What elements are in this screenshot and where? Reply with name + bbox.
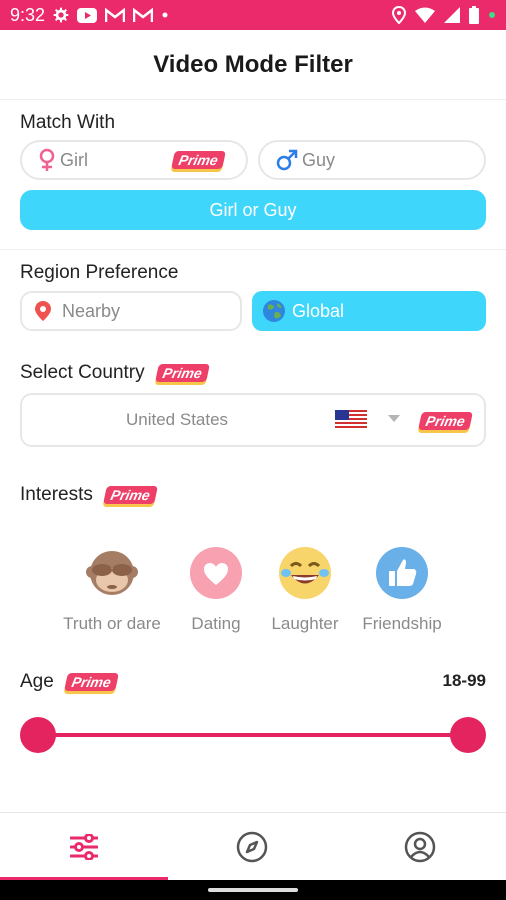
country-name: United States [126,410,229,429]
select-country-label: Select Country [20,362,145,383]
age-row: Age Prime [20,671,119,693]
status-bar: 9:32 [0,0,506,30]
monkey-icon [85,546,139,600]
guy-option[interactable]: Guy [258,140,486,180]
profile-icon [404,831,436,863]
chevron-down-icon[interactable] [388,415,400,423]
thumbs-up-icon [375,546,429,600]
prime-badge: Prime [171,151,226,169]
nav-profile[interactable] [336,813,504,881]
age-slider-max-thumb[interactable] [450,717,486,753]
interest-laughter[interactable]: Laughter [250,546,360,634]
laughing-face-icon [278,546,332,600]
interest-label: Laughter [271,614,339,633]
gmail-icon [133,7,154,23]
prime-badge: Prime [154,364,210,382]
age-slider-min-thumb[interactable] [20,717,56,753]
location-pin-icon [34,300,52,322]
region-preference-label: Region Preference [20,262,179,283]
global-option[interactable]: Global [252,291,486,331]
prime-badge: Prime [418,412,473,430]
page-title: Video Mode Filter [153,50,353,78]
home-gesture-handle[interactable] [208,888,298,892]
interest-truth-or-dare[interactable]: Truth or dare [57,546,167,634]
nearby-option[interactable]: Nearby [20,291,242,331]
nav-explore[interactable] [168,813,336,881]
location-icon [392,6,406,24]
country-selector[interactable]: United States Prime [20,393,486,447]
dot-icon [161,11,169,19]
nav-filter[interactable] [0,813,168,881]
girl-option[interactable]: Girl Prime [20,140,248,180]
global-label: Global [292,300,345,321]
match-with-label: Match With [20,112,116,133]
prime-badge: Prime [63,673,119,691]
us-flag-icon [335,410,367,428]
bottom-nav [0,812,506,881]
interests-row: Interests Prime [20,484,158,506]
male-symbol-icon [276,148,298,172]
divider [0,249,506,250]
header: Video Mode Filter [0,30,506,100]
battery-icon [469,6,479,24]
gear-icon [53,7,69,23]
select-country-row: Select Country Prime [20,362,210,384]
signal-icon [444,7,460,23]
interest-label: Friendship [362,614,442,633]
girl-or-guy-button[interactable]: Girl or Guy [20,190,486,230]
nearby-label: Nearby [62,300,121,321]
heart-icon [189,546,243,600]
filter-sliders-icon [70,834,98,860]
wifi-icon [415,7,435,23]
system-gesture-bar [0,880,506,900]
age-range-value: 18-99 [442,671,486,690]
gmail-icon [105,7,126,23]
age-label: Age [20,671,54,692]
guy-label: Guy [302,149,336,170]
girl-label: Girl [60,149,88,170]
interest-friendship[interactable]: Friendship [347,546,457,634]
female-symbol-icon [38,148,56,172]
interests-label: Interests [20,484,93,505]
prime-badge: Prime [102,486,158,504]
compass-icon [236,831,268,863]
interest-label: Truth or dare [63,614,161,633]
age-slider-track[interactable] [38,733,468,737]
green-dot-icon [488,11,496,19]
globe-icon [262,299,286,323]
youtube-icon [77,7,98,23]
status-time: 9:32 [10,4,46,25]
